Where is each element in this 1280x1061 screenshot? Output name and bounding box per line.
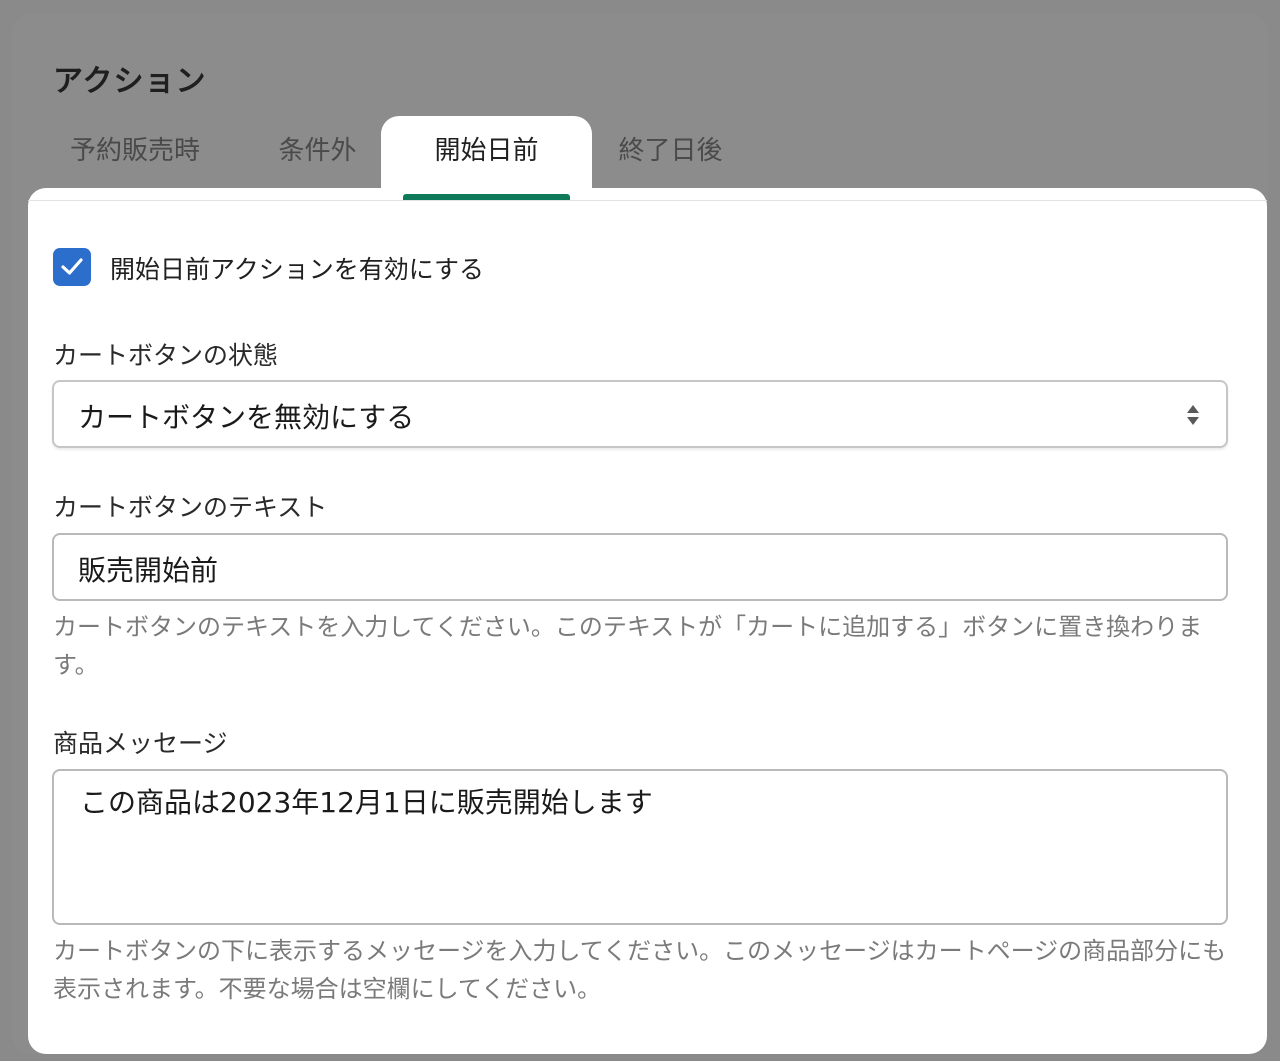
cart-button-state-value: カートボタンを無効にする bbox=[78, 401, 415, 434]
product-message-label: 商品メッセージ bbox=[53, 729, 228, 758]
select-arrows-icon bbox=[1187, 405, 1199, 425]
cart-button-text-label: カートボタンのテキスト bbox=[53, 493, 328, 522]
product-message-help: カートボタンの下に表示するメッセージを入力してください。このメッセージはカートペ… bbox=[53, 937, 1227, 1003]
enable-action-checkbox[interactable] bbox=[53, 248, 91, 286]
cart-button-state-label: カートボタンの状態 bbox=[53, 341, 279, 370]
checkmark-icon bbox=[61, 258, 83, 275]
cart-button-text-help: カートボタンのテキストを入力してください。このテキストが「カートに追加する」ボタ… bbox=[53, 613, 1203, 679]
section-title: アクション bbox=[53, 64, 207, 99]
tab-panel: 開始日前アクションを有効にする カートボタンの状態 カートボタンを無効にする カ… bbox=[28, 188, 1267, 1054]
enable-action-label: 開始日前アクションを有効にする bbox=[110, 255, 485, 284]
product-message-textarea[interactable]: この商品は2023年12月1日に販売開始します bbox=[52, 769, 1228, 925]
cart-button-state-select[interactable]: カートボタンを無効にする bbox=[52, 380, 1228, 448]
cart-button-text-input[interactable]: 販売開始前 bbox=[52, 533, 1228, 601]
active-tab-indicator bbox=[403, 194, 570, 200]
divider bbox=[28, 200, 1267, 201]
